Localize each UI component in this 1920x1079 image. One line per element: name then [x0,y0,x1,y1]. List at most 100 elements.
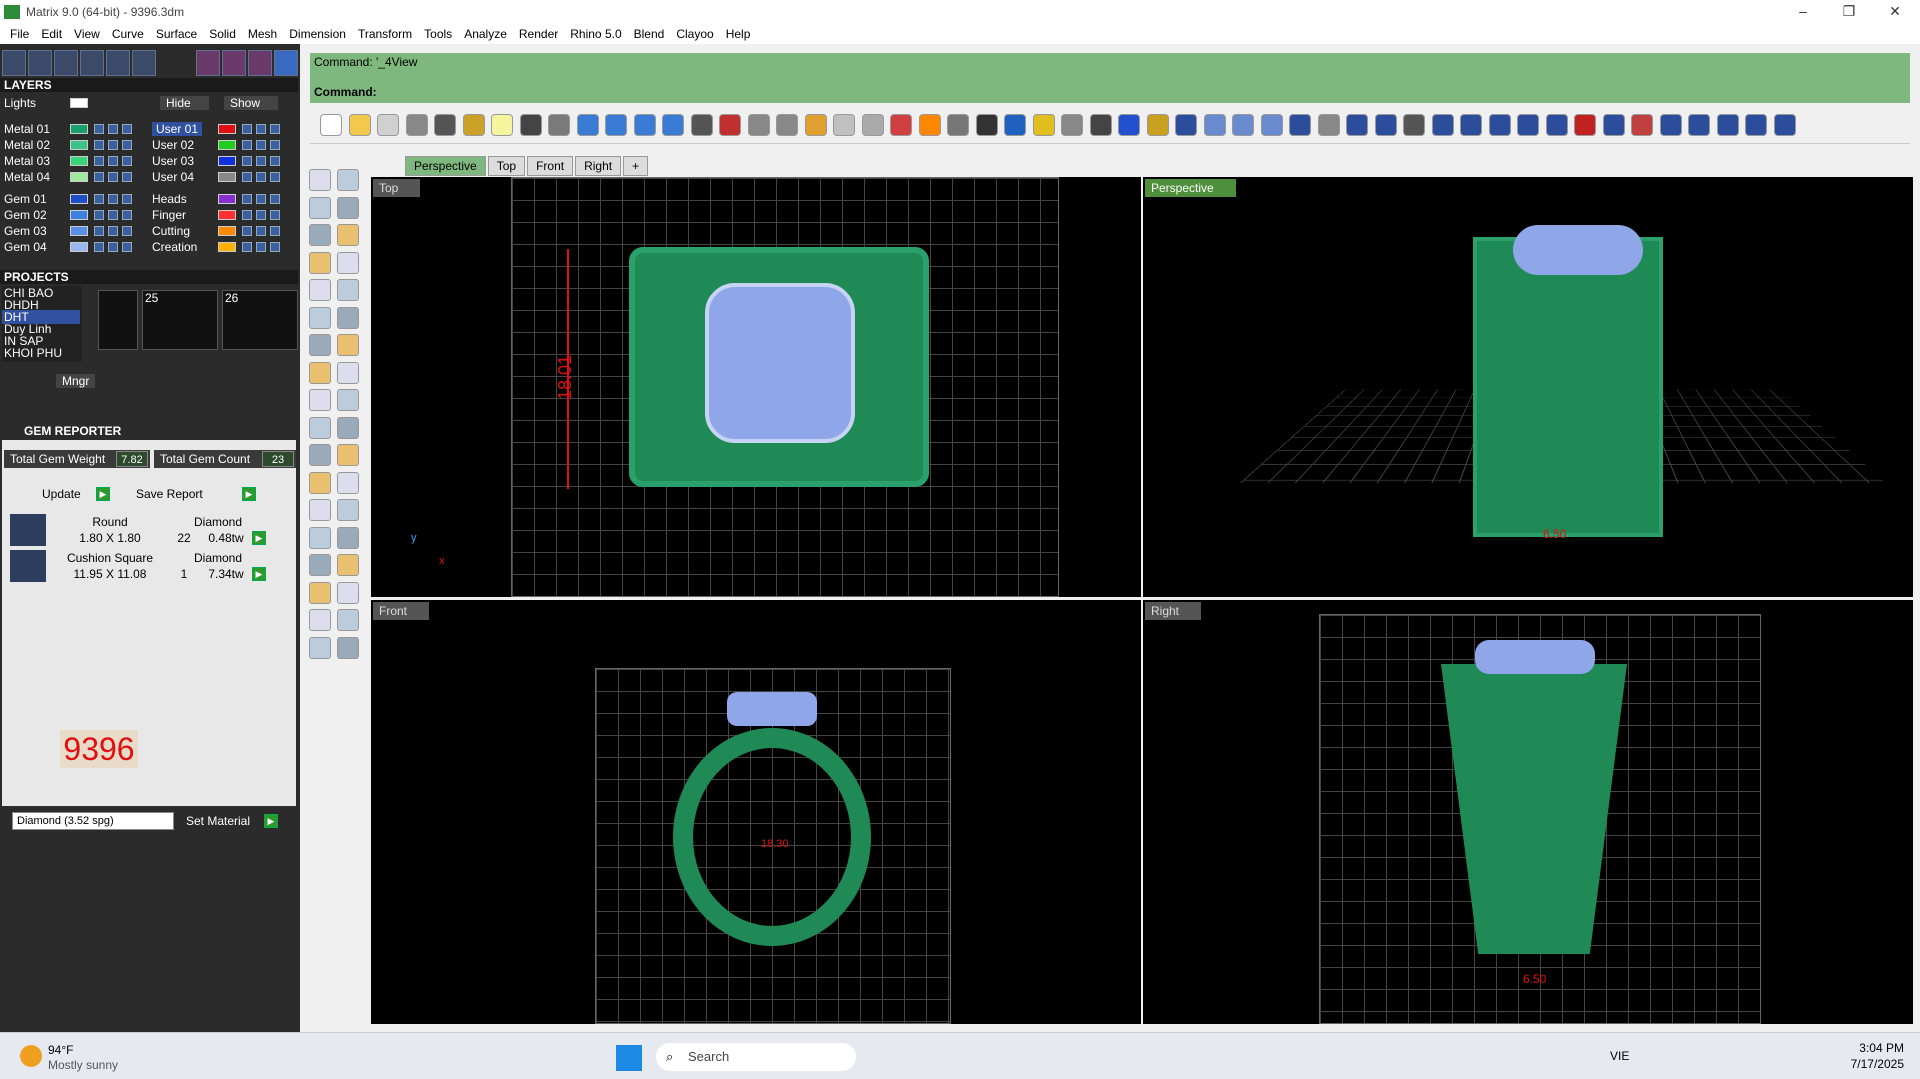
layer-toggle-icon[interactable] [122,156,132,166]
menu-rhino[interactable]: Rhino 5.0 [564,24,627,44]
show-button[interactable]: Show [224,96,279,110]
draw-tool-icon[interactable] [337,636,359,659]
layer-toggle-icon[interactable] [270,242,280,252]
layer-color-swatch[interactable] [218,156,236,166]
toolbar-tool-icon[interactable] [719,114,741,136]
layer-name[interactable]: User 04 [152,170,194,184]
panel-tool-icon[interactable] [222,50,246,76]
layer-toggle-icon[interactable] [94,194,104,204]
layer-toggle-icon[interactable] [108,156,118,166]
toolbar-tool-icon[interactable] [1773,114,1796,136]
draw-tool-icon[interactable] [309,169,331,191]
set-material-icon[interactable]: ▶ [264,814,278,828]
draw-tool-icon[interactable] [309,471,331,494]
draw-tool-icon[interactable] [337,581,359,604]
draw-tool-icon[interactable] [309,526,331,549]
toolbar-tool-icon[interactable] [1631,114,1653,136]
toolbar-tool-icon[interactable] [690,114,713,136]
layer-name[interactable]: Metal 02 [4,138,50,152]
toolbar-tool-icon[interactable] [1574,114,1596,136]
layer-toggle-icon[interactable] [270,172,280,182]
layer-toggle-icon[interactable] [256,172,266,182]
layer-toggle-icon[interactable] [242,156,252,166]
toolbar-tool-icon[interactable] [1232,114,1254,136]
layer-toggle-icon[interactable] [242,242,252,252]
layer-name[interactable]: Gem 01 [4,192,47,206]
layer-color-swatch[interactable] [218,210,236,220]
layer-toggle-icon[interactable] [256,210,266,220]
layer-color-swatch[interactable] [218,226,236,236]
draw-tool-icon[interactable] [337,361,359,384]
tab-front[interactable]: Front [527,156,574,176]
toolbar-tool-icon[interactable] [1517,114,1539,136]
layer-toggle-icon[interactable] [270,194,280,204]
layer-toggle-icon[interactable] [270,124,280,134]
layer-toggle-icon[interactable] [108,210,118,220]
layer-color-swatch[interactable] [218,124,236,134]
toolbar-tool-icon[interactable] [1688,114,1710,136]
layer-toggle-icon[interactable] [94,226,104,236]
layer-toggle-icon[interactable] [270,210,280,220]
layer-name[interactable]: User 02 [152,138,194,152]
toolbar-tool-icon[interactable] [747,114,770,136]
draw-tool-icon[interactable] [309,636,331,659]
manager-button[interactable]: Mngr [56,374,96,388]
panel-tool-icon[interactable] [196,50,220,76]
menu-tools[interactable]: Tools [418,24,458,44]
toolbar-tool-icon[interactable] [1403,114,1425,136]
menu-view[interactable]: View [68,24,106,44]
draw-tool-icon[interactable] [309,251,331,274]
toolbar-tool-icon[interactable] [1175,114,1197,136]
toolbar-tool-icon[interactable] [1061,114,1083,136]
layer-toggle-icon[interactable] [94,140,104,150]
layer-name[interactable]: Gem 03 [4,224,47,238]
material-select[interactable]: Diamond (3.52 spg) [12,812,174,830]
menu-solid[interactable]: Solid [203,24,242,44]
toolbar-tool-icon[interactable] [1488,114,1511,136]
toolbar-tool-icon[interactable] [548,114,570,136]
draw-tool-icon[interactable] [337,471,359,494]
draw-tool-icon[interactable] [337,416,359,439]
toolbar-tool-icon[interactable] [633,114,656,136]
viewport-label-front[interactable]: Front [373,602,430,620]
layer-toggle-icon[interactable] [108,140,118,150]
layer-name[interactable]: Gem 02 [4,208,47,222]
project-thumbnail[interactable]: 25 [142,290,218,350]
menu-transform[interactable]: Transform [352,24,418,44]
layer-name[interactable]: User 03 [152,154,194,168]
viewport-label-top[interactable]: Top [373,179,421,197]
toolbar-tool-icon[interactable] [804,114,827,136]
draw-tool-icon[interactable] [309,416,331,439]
layer-color-swatch[interactable] [70,242,88,252]
layer-color-swatch[interactable] [218,242,236,252]
toolbar-tool-icon[interactable] [947,114,969,136]
layer-color-swatch[interactable] [218,194,236,204]
layer-toggle-icon[interactable] [256,226,266,236]
layer-name[interactable]: Heads [152,192,187,206]
panel-tool-icon[interactable] [80,50,104,76]
layer-color-swatch[interactable] [70,124,88,134]
panel-tool-icon[interactable] [274,50,298,76]
draw-tool-icon[interactable] [309,609,331,631]
layer-name[interactable]: Finger [152,208,186,222]
layer-color-swatch[interactable] [70,156,88,166]
toolbar-tool-icon[interactable] [1032,114,1055,136]
toolbar-tool-icon[interactable] [1346,114,1368,136]
toolbar-tool-icon[interactable] [1431,114,1454,136]
toolbar-tool-icon[interactable] [861,114,884,136]
panel-tool-icon[interactable] [2,50,26,76]
draw-tool-icon[interactable] [309,554,331,576]
layer-toggle-icon[interactable] [256,140,266,150]
layer-name[interactable]: Metal 04 [4,170,50,184]
layer-toggle-icon[interactable] [242,124,252,134]
menu-render[interactable]: Render [513,24,564,44]
draw-tool-icon[interactable] [337,499,359,521]
toolbar-tool-icon[interactable] [1716,114,1739,136]
draw-tool-icon[interactable] [309,196,331,219]
toolbar-tool-icon[interactable] [462,114,485,136]
toolbar-tool-icon[interactable] [1289,114,1311,136]
toolbar-tool-icon[interactable] [1004,114,1026,136]
toolbar-tool-icon[interactable] [833,114,855,136]
toolbar-tool-icon[interactable] [405,114,428,136]
layer-toggle-icon[interactable] [256,242,266,252]
